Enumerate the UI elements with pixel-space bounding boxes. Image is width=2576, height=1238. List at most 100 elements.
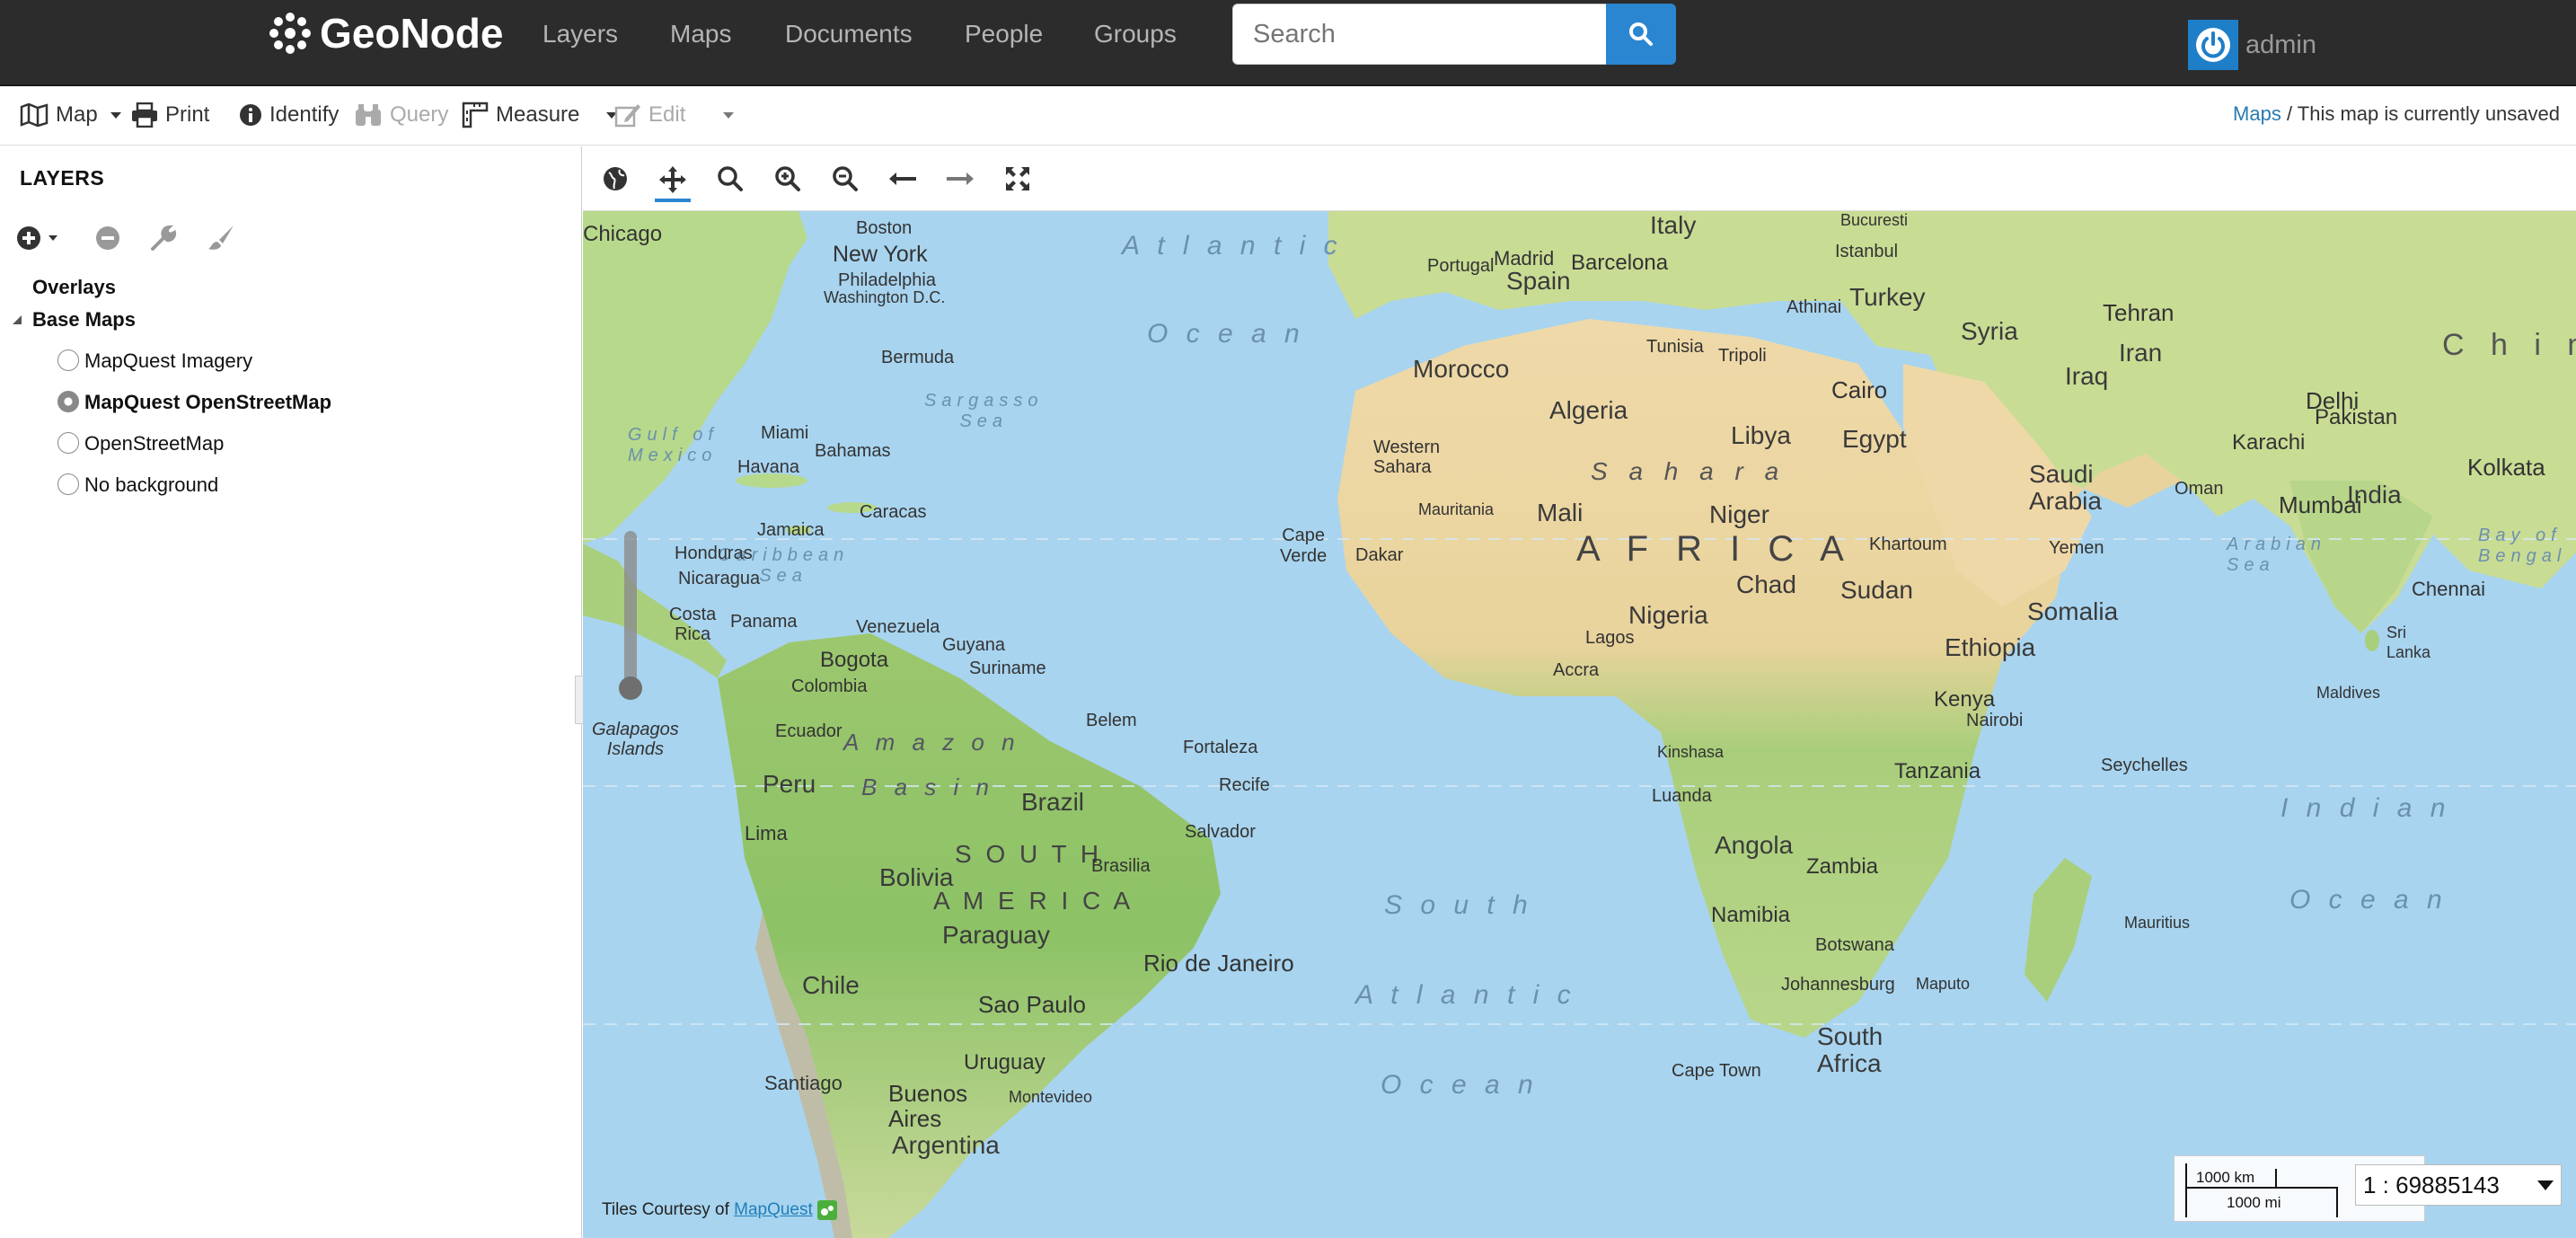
geonode-flower-icon: [269, 13, 311, 54]
label-colombia: Colombia: [791, 676, 868, 696]
zoom-slider-handle[interactable]: [619, 676, 642, 700]
mapquest-logo-icon: [817, 1200, 838, 1220]
label-honduras: Honduras: [675, 544, 753, 563]
layer-mapquest-osm[interactable]: MapQuest OpenStreetMap: [84, 391, 331, 414]
query-label: Query: [390, 102, 449, 127]
search-input[interactable]: [1232, 4, 1608, 65]
label-sri-lanka: Sri Lanka: [2386, 623, 2431, 661]
top-navbar: GeoNode Layers Maps Documents People Gro…: [0, 0, 2576, 86]
label-maldives: Maldives: [2316, 684, 2381, 702]
geonode-logo[interactable]: GeoNode: [266, 7, 503, 59]
pan-button[interactable]: [655, 161, 691, 202]
nav-maps[interactable]: Maps: [670, 18, 731, 50]
layer-no-background[interactable]: No background: [84, 473, 218, 497]
nav-groups[interactable]: Groups: [1094, 18, 1177, 50]
label-egypt: Egypt: [1842, 425, 1907, 453]
label-america: A M E R I C A: [933, 887, 1134, 915]
label-lagos: Lagos: [1585, 628, 1635, 648]
label-suriname: Suriname: [969, 659, 1046, 678]
label-saudi-arabia: Saudi Arabia: [2029, 460, 2102, 515]
label-syria: Syria: [1961, 317, 2018, 345]
label-accra: Accra: [1553, 660, 1600, 680]
radio-openstreetmap[interactable]: [57, 432, 79, 454]
base-maps-node[interactable]: Base Maps: [32, 308, 136, 332]
label-yemen: Yemen: [2049, 538, 2104, 558]
nav-layers[interactable]: Layers: [543, 18, 618, 50]
label-namibia: Namibia: [1711, 903, 1791, 927]
radio-mapquest-imagery[interactable]: [57, 349, 79, 371]
label-athens: Athinai: [1786, 297, 1842, 317]
layer-openstreetmap[interactable]: OpenStreetMap: [84, 432, 224, 455]
query-button[interactable]: Query: [354, 100, 448, 130]
label-tripoli: Tripoli: [1718, 346, 1767, 366]
label-tehran: Tehran: [2103, 299, 2175, 326]
scale-mi-tick: [2336, 1187, 2338, 1217]
scale-select[interactable]: 1 : 69885143: [2355, 1164, 2562, 1206]
attribution-text: Tiles Courtesy of: [602, 1200, 735, 1220]
map-attribution: Tiles Courtesy of MapQuest: [602, 1200, 838, 1220]
edit-button[interactable]: Edit: [614, 100, 735, 130]
map-canvas[interactable]: A t l a n t i c O c e a n S o u t h A t …: [583, 211, 2576, 1238]
map-menu-button[interactable]: Map: [20, 100, 121, 130]
zoom-box-button[interactable]: [712, 161, 748, 197]
search-button[interactable]: [1606, 4, 1676, 65]
label-bolivia: Bolivia: [879, 863, 954, 891]
label-galapagos: Galapagos Islands: [592, 720, 679, 759]
zoom-in-icon: [775, 166, 800, 191]
layer-mapquest-imagery[interactable]: MapQuest Imagery: [84, 349, 252, 373]
layer-style-button[interactable]: [205, 222, 237, 254]
expand-triangle-icon[interactable]: [11, 314, 23, 326]
label-luanda: Luanda: [1652, 786, 1712, 806]
zoom-in-button[interactable]: [770, 161, 806, 197]
label-cape-town: Cape Town: [1672, 1061, 1761, 1081]
user-menu[interactable]: admin: [2188, 18, 2316, 72]
map-nav-toolbar: [583, 146, 2576, 211]
label-venezuela: Venezuela: [856, 617, 940, 637]
label-chennai: Chennai: [2412, 578, 2485, 600]
zoom-slider[interactable]: [624, 531, 637, 684]
radio-mapquest-osm[interactable]: [57, 391, 79, 412]
print-button[interactable]: Print: [131, 100, 209, 130]
label-brazil: Brazil: [1021, 788, 1085, 816]
label-washington: Washington D.C.: [824, 288, 946, 306]
zoom-to-extent-button[interactable]: [597, 161, 633, 197]
mapquest-link[interactable]: MapQuest: [734, 1200, 813, 1219]
zoom-out-button[interactable]: [827, 161, 863, 197]
nav-documents[interactable]: Documents: [785, 18, 913, 50]
label-belem: Belem: [1086, 711, 1137, 730]
add-layer-button[interactable]: [16, 222, 61, 254]
label-ocean-north: O c e a n: [1147, 319, 1305, 349]
label-south-africa: South Africa: [1817, 1022, 1883, 1077]
label-ecuador: Ecuador: [775, 721, 842, 741]
measure-button[interactable]: Measure: [462, 100, 618, 130]
chevron-down-icon: [723, 111, 735, 119]
identify-button[interactable]: Identify: [239, 100, 339, 130]
previous-extent-button[interactable]: [885, 161, 921, 197]
scale-km-label: 1000 km: [2196, 1169, 2255, 1186]
label-gulf-mexico: Gulf of Mexico: [628, 425, 719, 465]
label-bogota: Bogota: [820, 648, 889, 672]
remove-layer-button[interactable]: [92, 222, 124, 254]
label-angola: Angola: [1715, 831, 1794, 859]
label-niger: Niger: [1709, 500, 1769, 528]
label-south: S o u t h: [1384, 890, 1533, 920]
layer-properties-button[interactable]: [147, 222, 180, 254]
label-south-am: S O U T H: [955, 840, 1103, 868]
nav-people[interactable]: People: [965, 18, 1043, 50]
label-bucuresti: Bucuresti: [1840, 211, 1909, 229]
label-amazon: A m a z o n: [843, 729, 1020, 756]
zoom-out-icon: [833, 166, 858, 191]
label-bermuda: Bermuda: [881, 348, 955, 367]
label-sao-paulo: Sao Paulo: [978, 991, 1086, 1018]
fullscreen-button[interactable]: [1000, 161, 1036, 197]
label-bahamas: Bahamas: [815, 441, 891, 461]
radio-no-background[interactable]: [57, 473, 79, 495]
print-icon: [132, 102, 157, 128]
label-recife: Recife: [1219, 775, 1270, 795]
overlays-node[interactable]: Overlays: [32, 276, 116, 299]
label-madrid: Madrid: [1494, 247, 1555, 270]
next-extent-button[interactable]: [942, 161, 978, 197]
breadcrumb-maps-link[interactable]: Maps: [2233, 102, 2281, 125]
label-boston: Boston: [856, 218, 913, 238]
paintbrush-icon: [208, 225, 234, 250]
